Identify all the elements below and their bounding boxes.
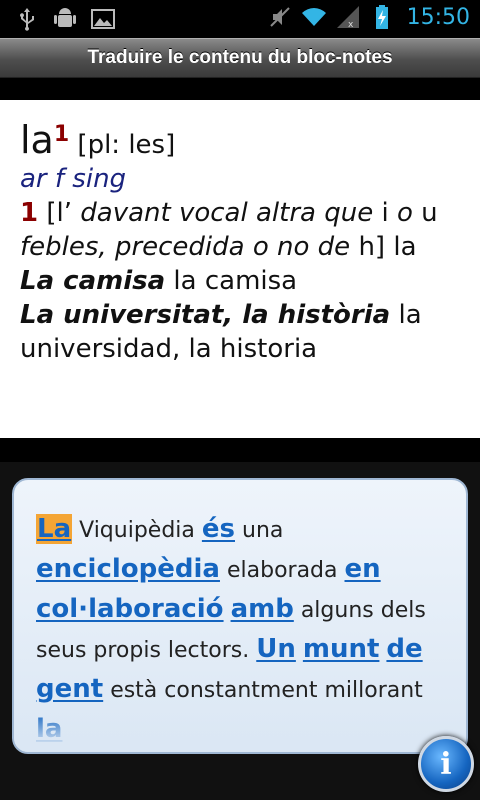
selected-word[interactable]: La — [36, 514, 73, 544]
wifi-icon — [301, 8, 326, 27]
plain-word: Viquipèdia — [79, 518, 195, 543]
sense-number: 1 — [20, 198, 39, 228]
example-source: La universitat, la història — [20, 300, 391, 330]
text-fade — [14, 712, 466, 752]
usage-note-italic: davant vocal altra que — [80, 198, 374, 228]
status-bar: x 15:50 — [0, 0, 480, 38]
word-link[interactable]: amb — [231, 594, 294, 624]
sense-1: 1 [l’ davant vocal altra que i o u feble… — [20, 196, 466, 264]
word-link[interactable]: en — [345, 554, 381, 584]
usage-note-italic-2: febles, precedida o no de — [20, 232, 351, 262]
info-icon: i — [440, 746, 452, 782]
usage-note-i: i — [381, 198, 389, 228]
status-clock: 15:50 — [406, 4, 470, 30]
page-title: Traduire le contenu du bloc-notes — [87, 47, 393, 68]
word-link[interactable]: és — [202, 514, 235, 544]
grammar-label: ar f sing — [20, 164, 127, 194]
usb-icon — [20, 8, 34, 31]
plain-word: una — [242, 518, 284, 543]
plain-word: està — [110, 678, 158, 703]
gallery-icon — [91, 9, 115, 29]
homograph-number: 1 — [53, 122, 70, 147]
battery-charging-icon — [375, 5, 388, 29]
example-1: La camisa la camisa — [20, 264, 466, 298]
usage-note-o: o — [396, 198, 413, 228]
entry-header: la1 [pl: les] — [20, 118, 466, 162]
usage-note-h: h] la — [358, 232, 417, 262]
android-debug-icon — [54, 8, 76, 27]
word-link[interactable]: col·laboració — [36, 594, 224, 624]
plain-word: alguns — [300, 598, 374, 623]
word-link[interactable]: Un — [256, 634, 296, 664]
plain-text: constantment millorant — [164, 678, 423, 703]
svg-text:x: x — [348, 20, 354, 30]
headword: la — [20, 118, 54, 162]
word-link[interactable]: munt — [303, 634, 380, 664]
info-button[interactable]: i — [418, 736, 474, 792]
usage-note-u: u — [421, 198, 438, 228]
plain-word: elaborada — [226, 558, 338, 583]
word-link[interactable]: enciclopèdia — [36, 554, 220, 584]
notepad-text-card[interactable]: La Viquipèdia és una enciclopèdia elabor… — [12, 478, 468, 754]
example-2: La universitat, la història la universid… — [20, 298, 466, 366]
word-link[interactable]: de — [386, 634, 422, 664]
dictionary-entry: la1 [pl: les] ar f sing 1 [l’ davant voc… — [0, 100, 480, 438]
word-link[interactable]: gent — [36, 674, 103, 704]
signal-icon: x — [336, 6, 359, 30]
mute-icon — [269, 7, 290, 27]
plural-note: [pl: les] — [77, 130, 176, 160]
example-translation: la camisa — [173, 266, 298, 296]
example-source: La camisa — [20, 266, 166, 296]
title-bar: Traduire le contenu du bloc-notes — [0, 38, 480, 78]
usage-note-open: [l’ — [46, 198, 72, 228]
